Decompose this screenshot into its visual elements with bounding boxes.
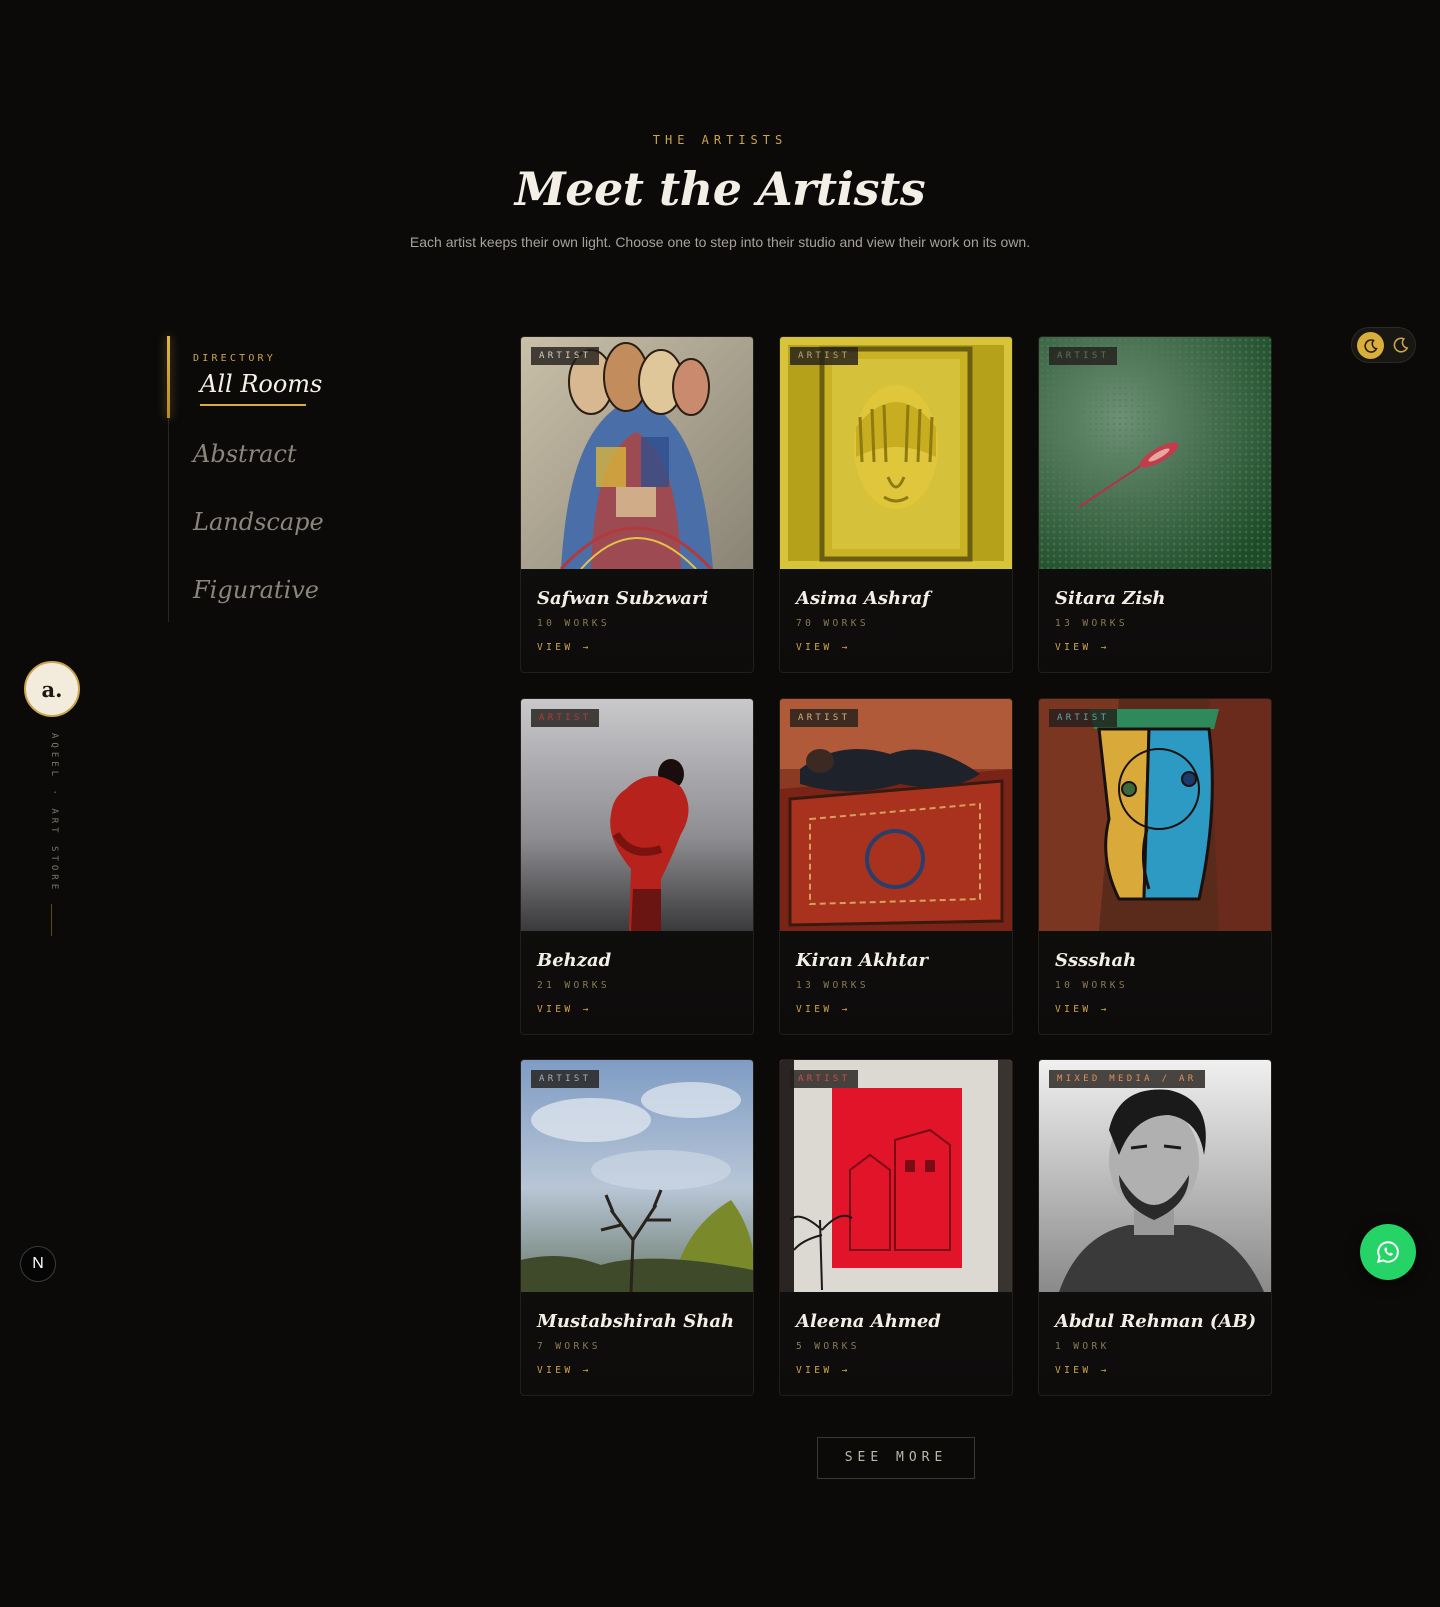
badge-text: ARTIST: [798, 351, 851, 361]
view-link[interactable]: VIEW →: [537, 642, 592, 653]
theme-toggle[interactable]: [1351, 327, 1416, 363]
view-link[interactable]: VIEW →: [796, 1004, 851, 1015]
badge-text: ARTIST: [539, 713, 592, 723]
artwork-image: [521, 337, 753, 569]
artwork-image: [521, 699, 753, 931]
view-link[interactable]: VIEW →: [796, 1365, 851, 1376]
artist-badge: ARTIST: [531, 347, 600, 365]
badge-text: ARTIST: [1057, 351, 1110, 361]
artist-card[interactable]: ARTIST Sitara Zish 13 WORKS VIEW →: [1038, 336, 1272, 673]
view-link[interactable]: VIEW →: [1055, 1004, 1110, 1015]
rail-active-indicator: [167, 336, 170, 418]
artist-badge: ARTIST: [790, 709, 859, 727]
works-count: 13 WORKS: [1055, 618, 1128, 629]
works-count: 10 WORKS: [1055, 980, 1128, 991]
artwork-image: [521, 1060, 753, 1292]
view-link[interactable]: VIEW →: [796, 642, 851, 653]
artist-card[interactable]: ARTIST Safwan Subzwari 10 WORKS VIEW →: [520, 336, 754, 673]
brand-logo[interactable]: a.: [24, 661, 80, 717]
artist-badge: ARTIST: [1049, 709, 1118, 727]
artist-card[interactable]: ARTIST Asima Ashraf 70 WORKS VIEW →: [779, 336, 1013, 673]
artist-card[interactable]: ARTIST Mustabshirah Shah 7 WORKS VIEW →: [520, 1059, 754, 1396]
artwork-image: [780, 337, 1012, 569]
corner-badge[interactable]: N: [20, 1246, 56, 1282]
artwork-image: [1039, 1060, 1271, 1292]
badge-text: ARTIST: [539, 351, 592, 361]
artist-badge: ARTIST: [790, 1070, 859, 1088]
artwork-image: [1039, 337, 1271, 569]
artist-name: Asima Ashraf: [796, 588, 930, 609]
artist-name: Aleena Ahmed: [796, 1311, 941, 1332]
badge-text: MIXED MEDIA / AR: [1057, 1074, 1197, 1084]
works-count: 7 WORKS: [537, 1341, 601, 1352]
nav-item-landscape[interactable]: Landscape: [193, 508, 324, 536]
badge-text: ARTIST: [539, 1074, 592, 1084]
artist-card[interactable]: ARTIST Behzad 21 WORKS VIEW →: [520, 698, 754, 1035]
works-count: 10 WORKS: [537, 618, 610, 629]
artist-card[interactable]: ARTIST Aleena Ahmed 5 WORKS VIEW →: [779, 1059, 1013, 1396]
works-count: 5 WORKS: [796, 1341, 860, 1352]
artist-badge: ARTIST: [531, 709, 600, 727]
brand-divider: [51, 904, 52, 936]
artist-name: Kiran Akhtar: [796, 950, 928, 971]
artist-name: Sitara Zish: [1055, 588, 1166, 609]
page-subtitle: Each artist keeps their own light. Choos…: [409, 234, 1031, 250]
section-eyebrow: THE ARTISTS: [652, 133, 788, 147]
nav-item-all-rooms[interactable]: All Rooms: [200, 370, 322, 398]
artist-badge: MIXED MEDIA / AR: [1049, 1070, 1205, 1088]
artist-badge: ARTIST: [790, 347, 859, 365]
nav-item-figurative[interactable]: Figurative: [193, 576, 319, 604]
see-more-button[interactable]: SEE MORE: [817, 1437, 975, 1479]
artist-card[interactable]: ARTIST Kiran Akhtar 13 WORKS VIEW →: [779, 698, 1013, 1035]
brand-vertical-text: AQEEL · ART STORE: [49, 733, 59, 894]
directory-label: DIRECTORY: [193, 353, 276, 364]
whatsapp-icon[interactable]: [1360, 1224, 1416, 1280]
badge-text: ARTIST: [798, 713, 851, 723]
artwork-image: [1039, 699, 1271, 931]
artist-card[interactable]: MIXED MEDIA / AR Abdul Rehman (AB) 1 WOR…: [1038, 1059, 1272, 1396]
artwork-image: [780, 1060, 1012, 1292]
artist-badge: ARTIST: [1049, 347, 1118, 365]
artist-name: Mustabshirah Shah: [537, 1311, 735, 1332]
works-count: 1 WORK: [1055, 1341, 1110, 1352]
moon-icon: [1357, 332, 1384, 359]
view-link[interactable]: VIEW →: [1055, 642, 1110, 653]
artist-card[interactable]: ARTIST Sssshah 10 WORKS VIEW →: [1038, 698, 1272, 1035]
artist-name: Sssshah: [1055, 950, 1137, 971]
badge-text: ARTIST: [798, 1074, 851, 1084]
artist-name: Abdul Rehman (AB): [1055, 1311, 1257, 1332]
works-count: 70 WORKS: [796, 618, 869, 629]
nav-active-underline: [200, 404, 306, 406]
artist-name: Safwan Subzwari: [537, 588, 709, 609]
view-link[interactable]: VIEW →: [537, 1365, 592, 1376]
artist-name: Behzad: [537, 950, 612, 971]
badge-text: ARTIST: [1057, 713, 1110, 723]
page-title: Meet the Artists: [514, 162, 926, 216]
works-count: 13 WORKS: [796, 980, 869, 991]
artist-badge: ARTIST: [531, 1070, 600, 1088]
nav-item-abstract[interactable]: Abstract: [193, 440, 297, 468]
view-link[interactable]: VIEW →: [537, 1004, 592, 1015]
works-count: 21 WORKS: [537, 980, 610, 991]
artwork-image: [780, 699, 1012, 931]
moon-icon: [1392, 336, 1410, 359]
view-link[interactable]: VIEW →: [1055, 1365, 1110, 1376]
